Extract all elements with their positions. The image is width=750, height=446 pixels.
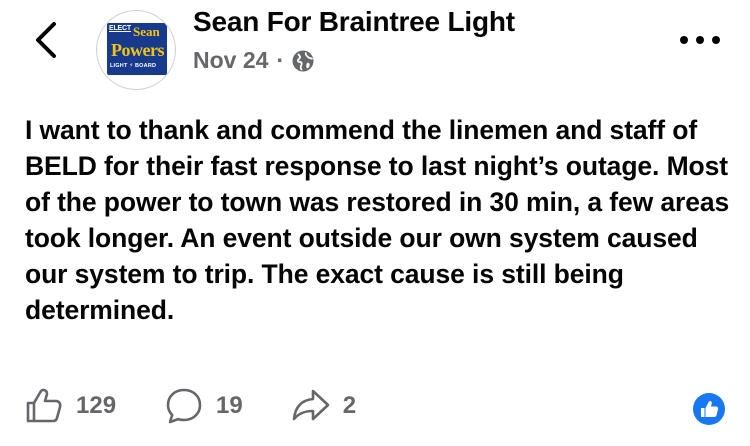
globe-icon[interactable] bbox=[291, 49, 315, 73]
thumbs-up-icon bbox=[701, 401, 719, 417]
avatar-last-name: Powers bbox=[111, 40, 164, 60]
comment-button[interactable]: 19 bbox=[164, 386, 243, 426]
avatar-elect-text: ELECT bbox=[109, 25, 131, 32]
share-button[interactable]: 2 bbox=[291, 386, 356, 426]
more-options-button[interactable] bbox=[680, 30, 720, 50]
chevron-left-icon bbox=[36, 22, 56, 58]
page-name-link[interactable]: Sean For Braintree Light bbox=[193, 6, 515, 38]
comment-icon bbox=[166, 388, 202, 424]
action-bar: 129 19 2 bbox=[24, 386, 356, 426]
more-dot bbox=[712, 36, 720, 44]
avatar-tagline: LIGHT ⚡ BOARD bbox=[110, 63, 157, 69]
comment-count: 19 bbox=[216, 392, 243, 419]
thumbs-up-icon bbox=[26, 388, 62, 423]
avatar-first-name: Sean bbox=[133, 24, 160, 39]
meta-separator: · bbox=[276, 47, 285, 73]
like-count: 129 bbox=[76, 392, 117, 419]
post-meta: Nov 24 · bbox=[193, 47, 315, 74]
more-dot bbox=[680, 36, 688, 44]
page-avatar[interactable]: ELECT Sean Powers LIGHT ⚡ BOARD bbox=[96, 10, 176, 90]
post-date[interactable]: Nov 24 bbox=[193, 47, 268, 74]
post-body: I want to thank and commend the linemen … bbox=[25, 115, 730, 325]
like-reaction-icon[interactable] bbox=[693, 393, 725, 425]
like-button[interactable]: 129 bbox=[24, 386, 116, 426]
share-count: 2 bbox=[342, 392, 357, 419]
back-button[interactable] bbox=[30, 20, 64, 60]
share-icon bbox=[292, 389, 330, 421]
campaign-logo: ELECT Sean Powers LIGHT ⚡ BOARD bbox=[107, 23, 167, 75]
more-dot bbox=[696, 36, 704, 44]
